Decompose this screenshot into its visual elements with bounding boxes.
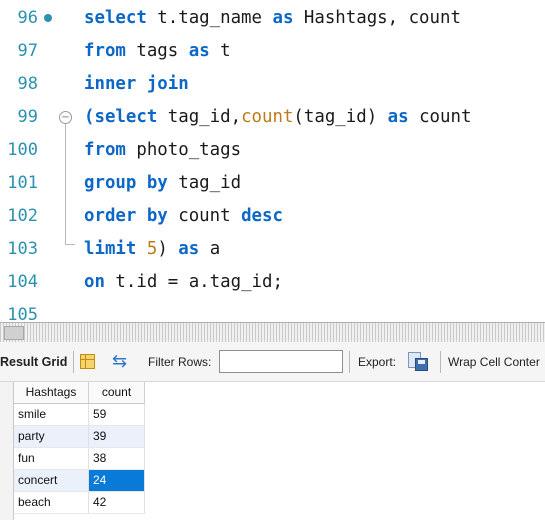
sql-keyword: select xyxy=(84,8,147,28)
line-number: 98 xyxy=(17,74,38,94)
sql-keyword: on xyxy=(84,272,105,292)
sql-identifier: photo_tags xyxy=(125,140,242,160)
grid-header-row: Hashtags count xyxy=(0,382,545,404)
sql-identifier: tags xyxy=(125,41,189,61)
refresh-icon[interactable]: ⇆ xyxy=(112,351,127,371)
sql-keyword: as xyxy=(178,239,200,259)
sql-identifier: t.tag_name xyxy=(146,8,273,28)
code-text[interactable]: limit 5) as a xyxy=(84,233,220,266)
cell-hashtag[interactable]: concert xyxy=(14,470,89,492)
export-save-icon[interactable] xyxy=(408,352,430,372)
sql-number: 5 xyxy=(146,239,158,259)
table-row[interactable]: beach 42 xyxy=(0,492,545,514)
sql-identifier: count xyxy=(408,107,472,127)
code-text[interactable]: order by count desc xyxy=(84,200,283,233)
cell-hashtag[interactable]: beach xyxy=(14,492,89,514)
table-row[interactable]: party 39 xyxy=(0,426,545,448)
sql-identifier: tag_id xyxy=(167,173,242,193)
sql-keyword: group by xyxy=(84,173,168,193)
sql-identifier xyxy=(136,239,146,259)
sql-identifier: tag_id, xyxy=(157,107,242,127)
code-line-105: 105 xyxy=(0,299,545,322)
table-row[interactable]: fun 38 xyxy=(0,448,545,470)
export-disk-shape xyxy=(415,358,428,371)
toolbar-divider xyxy=(440,351,441,373)
cell-hashtag[interactable]: smile xyxy=(14,404,89,426)
filter-rows-input[interactable] xyxy=(219,350,343,373)
export-label: Export: xyxy=(358,355,397,369)
code-line-104: 104 on t.id = a.tag_id; xyxy=(0,266,545,299)
toolbar-divider xyxy=(349,351,350,373)
sql-keyword: desc xyxy=(241,206,283,226)
cell-hashtag[interactable]: fun xyxy=(14,448,89,470)
line-number: 100 xyxy=(7,140,38,160)
cell-count[interactable]: 39 xyxy=(89,426,145,448)
code-line-103: 103 limit 5) as a xyxy=(0,233,545,266)
code-line-102: 102 order by count desc xyxy=(0,200,545,233)
line-number: 99 xyxy=(17,107,38,127)
sql-function: count xyxy=(241,107,294,127)
wrap-cell-content-label[interactable]: Wrap Cell Conter xyxy=(448,355,540,369)
code-text[interactable]: (select tag_id,count(tag_id) as count xyxy=(84,101,471,134)
result-grid-tab[interactable]: Result Grid xyxy=(0,355,67,369)
table-row[interactable]: concert 24 xyxy=(0,470,545,492)
code-text[interactable]: on t.id = a.tag_id; xyxy=(84,266,283,299)
sql-keyword: from xyxy=(84,41,126,61)
result-grid: Hashtags count smile 59 party 39 fun 38 … xyxy=(0,382,545,520)
code-line-97: 97 from tags as t xyxy=(0,35,545,68)
cell-count[interactable]: 42 xyxy=(89,492,145,514)
cell-hashtag[interactable]: party xyxy=(14,426,89,448)
line-number: 102 xyxy=(7,206,38,226)
grid-view-icon[interactable] xyxy=(80,354,95,369)
splitter-grip-icon[interactable] xyxy=(4,326,24,340)
sql-identifier: a xyxy=(199,239,221,259)
code-line-101: 101 group by tag_id xyxy=(0,167,545,200)
line-number: 97 xyxy=(17,41,38,61)
code-text[interactable]: from tags as t xyxy=(84,35,231,68)
table-row[interactable]: smile 59 xyxy=(0,404,545,426)
sql-keyword: limit xyxy=(84,239,137,259)
cell-count[interactable]: 38 xyxy=(89,448,145,470)
code-text[interactable]: group by tag_id xyxy=(84,167,241,200)
sql-keyword: as xyxy=(188,41,210,61)
line-number: 103 xyxy=(7,239,38,259)
sql-identifier: ) xyxy=(157,239,179,259)
sql-editor[interactable]: 96 select t.tag_name as Hashtags, count … xyxy=(0,0,545,322)
code-line-100: 100 from photo_tags xyxy=(0,134,545,167)
toolbar-divider xyxy=(73,351,74,373)
sql-identifier: t.id = a.tag_id; xyxy=(104,272,283,292)
code-text[interactable]: select t.tag_name as Hashtags, count xyxy=(84,2,461,35)
line-number: 104 xyxy=(7,272,38,292)
code-text[interactable]: inner join xyxy=(84,68,189,101)
sql-keyword: from xyxy=(84,140,126,160)
sql-identifier: count xyxy=(167,206,242,226)
column-header-count[interactable]: count xyxy=(89,382,145,404)
fold-collapse-icon[interactable]: − xyxy=(59,111,72,124)
filter-rows-label: Filter Rows: xyxy=(148,355,212,369)
current-statement-dot-icon xyxy=(44,14,52,22)
cell-count[interactable]: 59 xyxy=(89,404,145,426)
cell-count-selected[interactable]: 24 xyxy=(89,470,145,492)
sql-keyword: inner join xyxy=(84,74,189,94)
sql-identifier: (tag_id) xyxy=(293,107,388,127)
sql-keyword: as xyxy=(387,107,409,127)
result-toolbar: Result Grid ⇆ Filter Rows: Export: Wrap … xyxy=(0,342,545,382)
code-line-98: 98 inner join xyxy=(0,68,545,101)
sql-keyword: as xyxy=(272,8,294,28)
sql-keyword: (select xyxy=(84,107,158,127)
line-number: 105 xyxy=(7,305,38,322)
sql-identifier: t xyxy=(209,41,231,61)
code-line-96: 96 select t.tag_name as Hashtags, count xyxy=(0,2,545,35)
code-text[interactable]: from photo_tags xyxy=(84,134,241,167)
column-header-hashtags[interactable]: Hashtags xyxy=(14,382,89,404)
code-line-99: 99 − (select tag_id,count(tag_id) as cou… xyxy=(0,101,545,134)
line-number: 101 xyxy=(7,173,38,193)
panel-splitter[interactable] xyxy=(0,322,545,342)
line-number: 96 xyxy=(17,8,38,28)
sql-keyword: order by xyxy=(84,206,168,226)
sql-identifier: Hashtags, count xyxy=(293,8,461,28)
